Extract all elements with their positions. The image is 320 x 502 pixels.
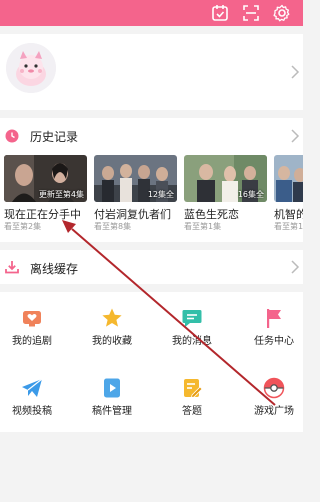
grid-item-my-favorites[interactable]: 我的收藏 [72, 292, 152, 352]
grid-item-game-plaza[interactable]: 游戏广场 [234, 362, 314, 422]
gear-icon[interactable] [272, 3, 292, 23]
history-section: 历史记录 更新至第4集 现在正在分手中 看至第2集 12集全 付岩洞复仇者们 看… [0, 118, 303, 242]
profile-row[interactable] [0, 34, 303, 110]
thumbnail: 16集全 [184, 155, 267, 202]
download-icon [5, 260, 19, 274]
thumbnail [274, 155, 303, 202]
card-progress: 看至第1集 [274, 222, 303, 231]
grid-item-manuscript-management[interactable]: 稿件管理 [72, 362, 152, 422]
pencil-doc-icon [181, 377, 203, 399]
history-header[interactable]: 历史记录 [0, 118, 303, 152]
play-doc-icon [101, 377, 123, 399]
history-list: 更新至第4集 现在正在分手中 看至第2集 12集全 付岩洞复仇者们 看至第8集 … [0, 155, 303, 235]
offline-cache-row[interactable]: 离线缓存 [0, 250, 303, 284]
episode-badge: 12集全 [147, 190, 174, 199]
chevron-right-icon[interactable] [290, 65, 300, 79]
card-title: 付岩洞复仇者们 [94, 208, 171, 221]
chat-icon [181, 307, 203, 329]
grid-item-my-follow[interactable]: 我的追剧 [0, 292, 72, 352]
grid-item-label: 我的消息 [172, 336, 212, 347]
grid-item-label: 视频投稿 [12, 406, 52, 417]
episode-badge: 16集全 [237, 190, 264, 199]
tv-heart-icon [21, 307, 43, 329]
card-title: 现在正在分手中 [4, 208, 81, 221]
star-icon [101, 307, 123, 329]
grid-item-quiz[interactable]: 答题 [152, 362, 232, 422]
episode-badge: 更新至第4集 [38, 190, 84, 199]
flag-icon [263, 307, 285, 329]
history-card[interactable]: 更新至第4集 现在正在分手中 看至第2集 [4, 155, 87, 231]
grid-item-label: 任务中心 [254, 336, 294, 347]
offline-cache-title: 离线缓存 [30, 262, 79, 276]
card-title: 机智的监 [274, 208, 303, 221]
calendar-check-icon[interactable] [210, 3, 230, 23]
history-title: 历史记录 [30, 130, 79, 144]
grid-item-label: 稿件管理 [92, 406, 132, 417]
history-card[interactable]: 12集全 付岩洞复仇者们 看至第8集 [94, 155, 177, 231]
thumbnail: 12集全 [94, 155, 177, 202]
grid-item-label: 我的追剧 [12, 336, 52, 347]
grid-item-my-messages[interactable]: 我的消息 [152, 292, 232, 352]
grid-item-task-center[interactable]: 任务中心 [234, 292, 314, 352]
thumbnail: 更新至第4集 [4, 155, 87, 202]
avatar[interactable] [6, 43, 56, 93]
gamepad-icon [263, 377, 285, 399]
card-progress: 看至第1集 [184, 222, 222, 231]
card-progress: 看至第8集 [94, 222, 132, 231]
clock-icon [5, 129, 19, 143]
chevron-right-icon[interactable] [290, 260, 300, 274]
grid-item-label: 答题 [182, 406, 202, 417]
scan-icon[interactable] [241, 3, 261, 23]
chevron-right-icon[interactable] [290, 129, 300, 143]
history-card[interactable]: 16集全 蓝色生死恋 看至第1集 [184, 155, 267, 231]
top-bar [0, 0, 303, 26]
grid-item-label: 我的收藏 [92, 336, 132, 347]
grid-item-label: 游戏广场 [254, 406, 294, 417]
history-card[interactable]: 机智的监 看至第1集 [274, 155, 303, 231]
grid-item-video-upload[interactable]: 视频投稿 [0, 362, 72, 422]
card-progress: 看至第2集 [4, 222, 42, 231]
card-title: 蓝色生死恋 [184, 208, 239, 221]
function-grid: 我的追剧 我的收藏 我的消息 任务中心 视频投稿 稿件管理 答题 游戏广场 [0, 292, 303, 432]
paper-plane-icon [21, 377, 43, 399]
